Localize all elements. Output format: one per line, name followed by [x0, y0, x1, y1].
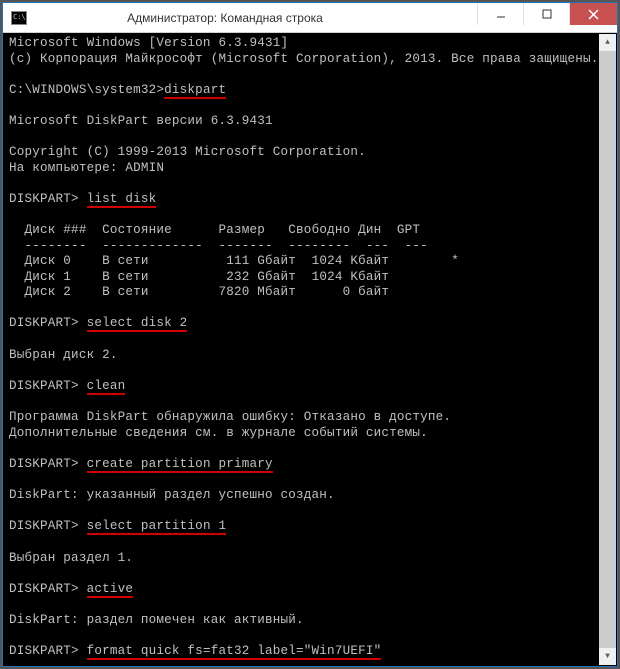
cmd-clean: clean [87, 380, 126, 395]
output-line: Дополнительные сведения см. в журнале со… [9, 426, 611, 442]
cmd-diskpart: diskpart [164, 84, 226, 99]
maximize-button[interactable] [523, 3, 569, 25]
table-row: Диск 2 В сети 7820 Mбайт 0 байт [9, 285, 611, 301]
command-prompt-window: Администратор: Командная строка Microsof… [2, 2, 618, 667]
scroll-up-button[interactable]: ▲ [599, 34, 616, 51]
header-line: Microsoft Windows [Version 6.3.9431] [9, 36, 611, 52]
minimize-button[interactable] [477, 3, 523, 25]
close-button[interactable] [569, 3, 617, 25]
scroll-thumb[interactable] [599, 51, 616, 648]
diskpart-version: Microsoft DiskPart версии 6.3.9431 [9, 114, 611, 130]
window-controls [477, 3, 617, 25]
cmd-create-partition: create partition primary [87, 458, 273, 473]
vertical-scrollbar[interactable]: ▲ ▼ [599, 34, 616, 665]
cmd-select-partition: select partition 1 [87, 520, 227, 535]
cmd-active: active [87, 583, 134, 598]
computer-name: На компьютере: ADMIN [9, 161, 611, 177]
cmd-select-disk: select disk 2 [87, 317, 188, 332]
terminal-output[interactable]: Microsoft Windows [Version 6.3.9431](c) … [3, 33, 617, 666]
output-line: Выбран раздел 1. [9, 551, 611, 567]
cmd-icon [11, 11, 27, 25]
cmd-list-disk: list disk [87, 193, 157, 208]
copyright: Copyright (C) 1999-2013 Microsoft Corpor… [9, 145, 611, 161]
scroll-track[interactable] [599, 51, 616, 648]
header-line: (c) Корпорация Майкрософт (Microsoft Cor… [9, 52, 611, 68]
diskpart-prompt: DISKPART> [9, 379, 87, 393]
output-line: DiskPart: указанный раздел успешно созда… [9, 488, 611, 504]
table-row: Диск 0 В сети 111 Gбайт 1024 Kбайт * [9, 254, 611, 270]
prompt-path: C:\WINDOWS\system32> [9, 83, 164, 97]
window-title: Администратор: Командная строка [0, 11, 477, 25]
diskpart-prompt: DISKPART> [9, 192, 87, 206]
table-header: Диск ### Состояние Размер Свободно Дин G… [9, 223, 611, 239]
table-row: Диск 1 В сети 232 Gбайт 1024 Kбайт [9, 270, 611, 286]
cmd-format: format quick fs=fat32 label="Win7UEFI" [87, 645, 382, 660]
diskpart-prompt: DISKPART> [9, 457, 87, 471]
table-divider: -------- ------------- ------- -------- … [9, 239, 611, 255]
diskpart-prompt: DISKPART> [9, 582, 87, 596]
titlebar[interactable]: Администратор: Командная строка [3, 3, 617, 33]
output-line: Программа DiskPart обнаружила ошибку: От… [9, 410, 611, 426]
diskpart-prompt: DISKPART> [9, 644, 87, 658]
output-line: DiskPart: раздел помечен как активный. [9, 613, 611, 629]
diskpart-prompt: DISKPART> [9, 316, 87, 330]
scroll-down-button[interactable]: ▼ [599, 648, 616, 665]
diskpart-prompt: DISKPART> [9, 519, 87, 533]
output-line: Выбран диск 2. [9, 348, 611, 364]
